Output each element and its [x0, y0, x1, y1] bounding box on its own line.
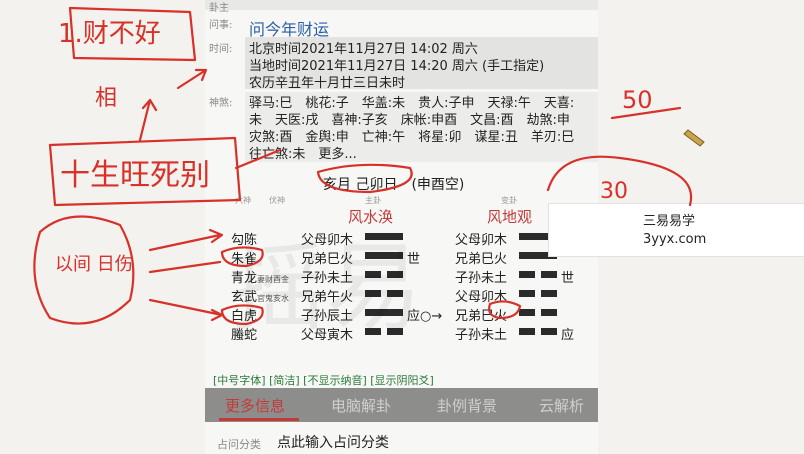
top-label: 卦主: [209, 3, 229, 14]
tab-case-background[interactable]: 卦例背景: [437, 395, 497, 416]
liushen-label: 六神: [235, 196, 251, 205]
tab-bar: 更多信息 电脑解卦 卦例背景 云解析: [205, 388, 598, 422]
classify-label: 占问分类: [217, 438, 261, 451]
day-info: 亥月 己卯日 (申酉空): [323, 177, 465, 193]
watermark: 摇易: [230, 232, 422, 344]
yin-line: [541, 328, 557, 335]
ink-box-top: [68, 6, 197, 62]
ink-underline-50: [610, 106, 682, 120]
ink-text-bottom: 以间 日伤: [55, 254, 133, 275]
yin-line: [519, 290, 535, 297]
shensha-more-link[interactable]: 往亡煞:未 更多...: [249, 143, 357, 162]
yin-line: [519, 271, 535, 278]
time-block: 北京时间2021年11月27日 14:02 周六 当地时间2021年11月27日…: [245, 37, 598, 91]
tab-computer-analysis[interactable]: 电脑解卦: [331, 395, 391, 416]
change-yao: 兄弟巳火: [455, 309, 508, 324]
ying-mark: 应: [561, 328, 575, 343]
yin-line: [541, 309, 557, 316]
shensha-block[interactable]: 驿马:巳 桃花:子 华盖:未 贵人:子申 天禄:午 天喜: 未 天医:戌 喜神:…: [245, 92, 598, 162]
tab-cloud-analysis[interactable]: 云解析: [539, 395, 584, 416]
popup-site-name: 三易易学: [643, 214, 696, 229]
ink-text-30: 30: [600, 179, 628, 204]
popup-site-url[interactable]: 3yyx.com: [643, 232, 706, 247]
active-tab-indicator: [219, 418, 299, 421]
change-yao: 子孙未土: [455, 328, 508, 343]
biangua-label: 变卦: [501, 196, 517, 205]
pen-icon: [683, 129, 705, 147]
shensha-label: 神煞:: [209, 98, 233, 109]
yin-line: [541, 271, 557, 278]
change-yao: 子孙未土: [455, 271, 508, 286]
site-popup[interactable]: 三易易学 3yyx.com: [548, 203, 804, 257]
change-yao: 父母卯木: [455, 290, 508, 305]
yin-line: [519, 309, 535, 316]
ink-text-tin: 相: [95, 86, 117, 111]
ink-arrow-to-panel: [176, 68, 208, 90]
shi-mark: 世: [561, 271, 575, 286]
lunar-time: 农历辛丑年十月廿三日未时: [249, 76, 406, 91]
change-yao: 兄弟巳火: [455, 252, 508, 267]
ink-text-top: 1.财不好: [58, 19, 161, 49]
ink-arrow-up: [138, 98, 158, 142]
fushen-label: 伏神: [269, 196, 285, 205]
change-yao: 父母卯木: [455, 233, 508, 248]
ink-text-middle: 十生旺死别: [60, 158, 210, 193]
ink-circle-bottom: [33, 215, 135, 325]
yin-line: [519, 328, 535, 335]
display-toggles[interactable]: [中号字体] [简洁] [不显示纳音] [显示阴阳爻]: [213, 372, 434, 388]
top-strip: [205, 0, 598, 10]
classify-input[interactable]: 点此输入占问分类: [277, 432, 389, 452]
tab-more-info[interactable]: 更多信息: [225, 395, 285, 416]
changed-gua-title: 风地观: [487, 208, 533, 226]
time-label: 时间:: [209, 44, 233, 55]
ink-text-50: 50: [622, 86, 653, 114]
zhugua-label: 主卦: [365, 196, 381, 205]
question-label: 问事:: [209, 20, 233, 31]
yin-line: [541, 290, 557, 297]
